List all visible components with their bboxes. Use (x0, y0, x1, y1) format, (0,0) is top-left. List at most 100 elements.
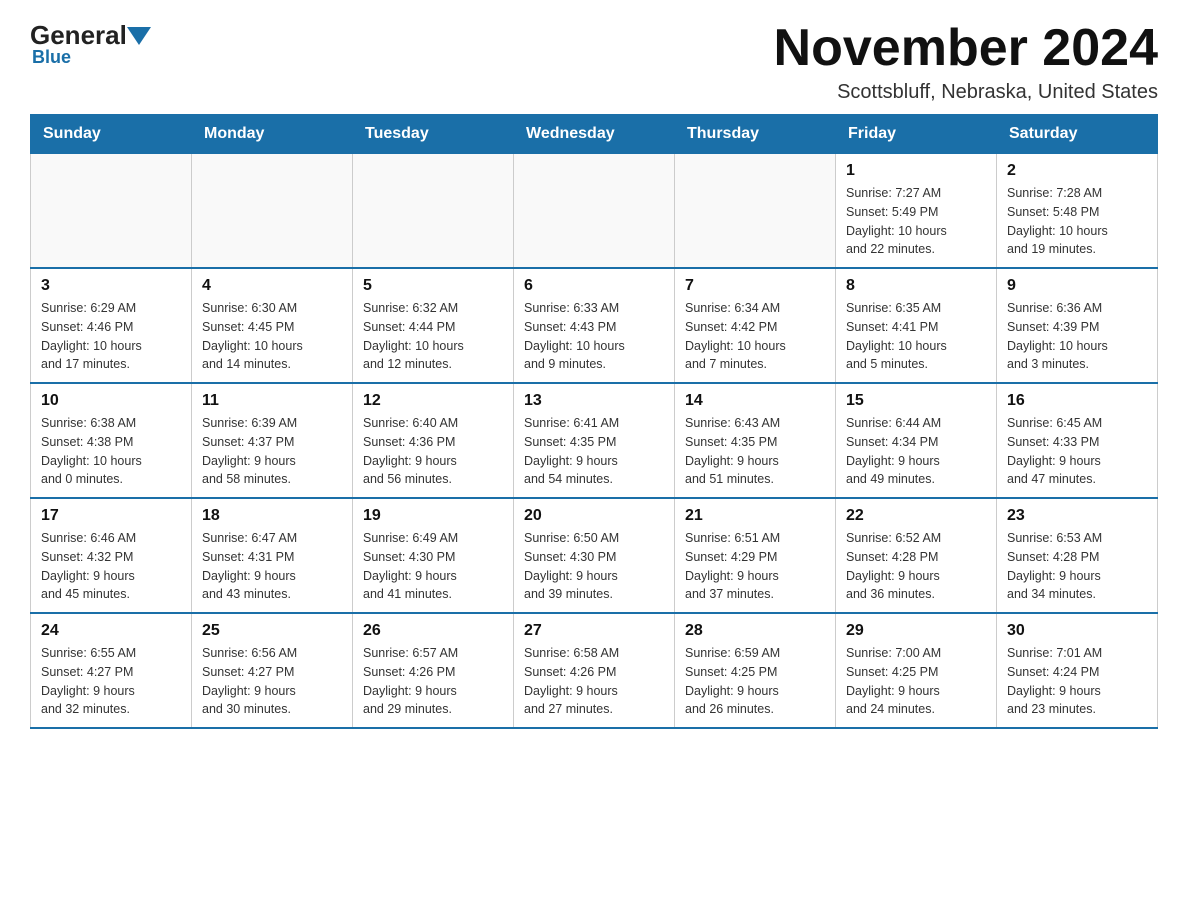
calendar-cell: 13Sunrise: 6:41 AM Sunset: 4:35 PM Dayli… (514, 383, 675, 498)
calendar-cell: 21Sunrise: 6:51 AM Sunset: 4:29 PM Dayli… (675, 498, 836, 613)
day-info: Sunrise: 6:44 AM Sunset: 4:34 PM Dayligh… (846, 414, 986, 489)
day-number: 8 (846, 277, 986, 295)
logo-blue-section (127, 27, 153, 45)
day-number: 24 (41, 622, 181, 640)
calendar-cell: 1 Sunrise: 7:27 AM Sunset: 5:49 PM Daylig… (836, 154, 997, 269)
day-info: Sunrise: 6:46 AM Sunset: 4:32 PM Dayligh… (41, 529, 181, 604)
subtitle: Scottsbluff, Nebraska, United States (774, 81, 1158, 104)
title-block: November 2024 Scottsbluff, Nebraska, Uni… (774, 20, 1158, 104)
page-title: November 2024 (774, 20, 1158, 77)
weekday-header-wednesday: Wednesday (514, 115, 675, 154)
calendar-cell: 7 Sunrise: 6:34 AM Sunset: 4:42 PM Daylig… (675, 268, 836, 383)
week-row-3: 10 Sunrise: 6:38 AM Sunset: 4:38 PM Dayli… (31, 383, 1158, 498)
day-number: 2 (1007, 162, 1147, 180)
calendar-cell: 12 Sunrise: 6:40 AM Sunset: 4:36 PM Dayli… (353, 383, 514, 498)
day-info: Sunrise: 6:56 AM Sunset: 4:27 PM Dayligh… (202, 644, 342, 719)
weekday-header-sunday: Sunday (31, 115, 192, 154)
day-info: Sunrise: 6:58 AM Sunset: 4:26 PM Dayligh… (524, 644, 664, 719)
calendar-cell: 24 Sunrise: 6:55 AM Sunset: 4:27 PM Dayli… (31, 613, 192, 728)
day-info: Sunrise: 6:59 AM Sunset: 4:25 PM Dayligh… (685, 644, 825, 719)
calendar-cell: 20 Sunrise: 6:50 AM Sunset: 4:30 PM Dayli… (514, 498, 675, 613)
day-info: Sunrise: 6:53 AM Sunset: 4:28 PM Dayligh… (1007, 529, 1147, 604)
calendar-cell: 17 Sunrise: 6:46 AM Sunset: 4:32 PM Dayli… (31, 498, 192, 613)
calendar: SundayMondayTuesdayWednesdayThursdayFrid… (30, 114, 1158, 729)
day-number: 25 (202, 622, 342, 640)
calendar-cell (675, 154, 836, 269)
day-number: 9 (1007, 277, 1147, 295)
week-row-2: 3 Sunrise: 6:29 AM Sunset: 4:46 PM Daylig… (31, 268, 1158, 383)
day-number: 18 (202, 507, 342, 525)
calendar-cell: 28 Sunrise: 6:59 AM Sunset: 4:25 PM Dayli… (675, 613, 836, 728)
header: General Blue November 2024 Scottsbluff, … (30, 20, 1158, 104)
calendar-cell: 3 Sunrise: 6:29 AM Sunset: 4:46 PM Daylig… (31, 268, 192, 383)
calendar-cell (353, 154, 514, 269)
day-info: Sunrise: 6:57 AM Sunset: 4:26 PM Dayligh… (363, 644, 503, 719)
calendar-cell: 25 Sunrise: 6:56 AM Sunset: 4:27 PM Dayli… (192, 613, 353, 728)
weekday-header-tuesday: Tuesday (353, 115, 514, 154)
day-info: Sunrise: 6:51 AM Sunset: 4:29 PM Dayligh… (685, 529, 825, 604)
day-info: Sunrise: 7:27 AM Sunset: 5:49 PM Dayligh… (846, 184, 986, 259)
day-number: 7 (685, 277, 825, 295)
calendar-cell: 26 Sunrise: 6:57 AM Sunset: 4:26 PM Dayli… (353, 613, 514, 728)
day-info: Sunrise: 6:47 AM Sunset: 4:31 PM Dayligh… (202, 529, 342, 604)
calendar-cell: 14 Sunrise: 6:43 AM Sunset: 4:35 PM Dayli… (675, 383, 836, 498)
weekday-header-friday: Friday (836, 115, 997, 154)
logo-blue-text: Blue (32, 47, 71, 68)
day-number: 10 (41, 392, 181, 410)
day-info: Sunrise: 6:52 AM Sunset: 4:28 PM Dayligh… (846, 529, 986, 604)
day-info: Sunrise: 6:34 AM Sunset: 4:42 PM Dayligh… (685, 299, 825, 374)
day-info: Sunrise: 6:40 AM Sunset: 4:36 PM Dayligh… (363, 414, 503, 489)
day-number: 13 (524, 392, 664, 410)
weekday-header-row: SundayMondayTuesdayWednesdayThursdayFrid… (31, 115, 1158, 154)
weekday-header-saturday: Saturday (997, 115, 1158, 154)
calendar-cell: 9Sunrise: 6:36 AM Sunset: 4:39 PM Daylig… (997, 268, 1158, 383)
day-info: Sunrise: 7:28 AM Sunset: 5:48 PM Dayligh… (1007, 184, 1147, 259)
day-info: Sunrise: 6:29 AM Sunset: 4:46 PM Dayligh… (41, 299, 181, 374)
day-number: 19 (363, 507, 503, 525)
calendar-cell (31, 154, 192, 269)
calendar-cell (192, 154, 353, 269)
day-number: 14 (685, 392, 825, 410)
calendar-cell: 5 Sunrise: 6:32 AM Sunset: 4:44 PM Daylig… (353, 268, 514, 383)
day-number: 6 (524, 277, 664, 295)
day-number: 27 (524, 622, 664, 640)
day-info: Sunrise: 6:38 AM Sunset: 4:38 PM Dayligh… (41, 414, 181, 489)
week-row-5: 24 Sunrise: 6:55 AM Sunset: 4:27 PM Dayli… (31, 613, 1158, 728)
calendar-cell: 2 Sunrise: 7:28 AM Sunset: 5:48 PM Daylig… (997, 154, 1158, 269)
day-number: 12 (363, 392, 503, 410)
day-info: Sunrise: 6:33 AM Sunset: 4:43 PM Dayligh… (524, 299, 664, 374)
calendar-cell: 22Sunrise: 6:52 AM Sunset: 4:28 PM Dayli… (836, 498, 997, 613)
day-info: Sunrise: 6:32 AM Sunset: 4:44 PM Dayligh… (363, 299, 503, 374)
day-info: Sunrise: 6:43 AM Sunset: 4:35 PM Dayligh… (685, 414, 825, 489)
calendar-cell: 11Sunrise: 6:39 AM Sunset: 4:37 PM Dayli… (192, 383, 353, 498)
day-info: Sunrise: 6:55 AM Sunset: 4:27 PM Dayligh… (41, 644, 181, 719)
day-info: Sunrise: 6:50 AM Sunset: 4:30 PM Dayligh… (524, 529, 664, 604)
calendar-cell: 10 Sunrise: 6:38 AM Sunset: 4:38 PM Dayli… (31, 383, 192, 498)
calendar-cell: 15 Sunrise: 6:44 AM Sunset: 4:34 PM Dayli… (836, 383, 997, 498)
week-row-4: 17 Sunrise: 6:46 AM Sunset: 4:32 PM Dayli… (31, 498, 1158, 613)
day-number: 4 (202, 277, 342, 295)
calendar-cell: 23 Sunrise: 6:53 AM Sunset: 4:28 PM Dayli… (997, 498, 1158, 613)
day-number: 17 (41, 507, 181, 525)
day-number: 30 (1007, 622, 1147, 640)
day-number: 16 (1007, 392, 1147, 410)
calendar-cell (514, 154, 675, 269)
day-info: Sunrise: 6:45 AM Sunset: 4:33 PM Dayligh… (1007, 414, 1147, 489)
calendar-cell: 30 Sunrise: 7:01 AM Sunset: 4:24 PM Dayli… (997, 613, 1158, 728)
logo: General Blue (30, 20, 153, 68)
weekday-header-thursday: Thursday (675, 115, 836, 154)
calendar-cell: 6 Sunrise: 6:33 AM Sunset: 4:43 PM Daylig… (514, 268, 675, 383)
day-info: Sunrise: 7:01 AM Sunset: 4:24 PM Dayligh… (1007, 644, 1147, 719)
day-number: 28 (685, 622, 825, 640)
day-number: 20 (524, 507, 664, 525)
day-info: Sunrise: 6:49 AM Sunset: 4:30 PM Dayligh… (363, 529, 503, 604)
calendar-cell: 19 Sunrise: 6:49 AM Sunset: 4:30 PM Dayli… (353, 498, 514, 613)
day-number: 3 (41, 277, 181, 295)
day-number: 15 (846, 392, 986, 410)
day-number: 1 (846, 162, 986, 180)
day-info: Sunrise: 6:39 AM Sunset: 4:37 PM Dayligh… (202, 414, 342, 489)
day-number: 26 (363, 622, 503, 640)
day-info: Sunrise: 7:00 AM Sunset: 4:25 PM Dayligh… (846, 644, 986, 719)
day-number: 23 (1007, 507, 1147, 525)
day-number: 5 (363, 277, 503, 295)
